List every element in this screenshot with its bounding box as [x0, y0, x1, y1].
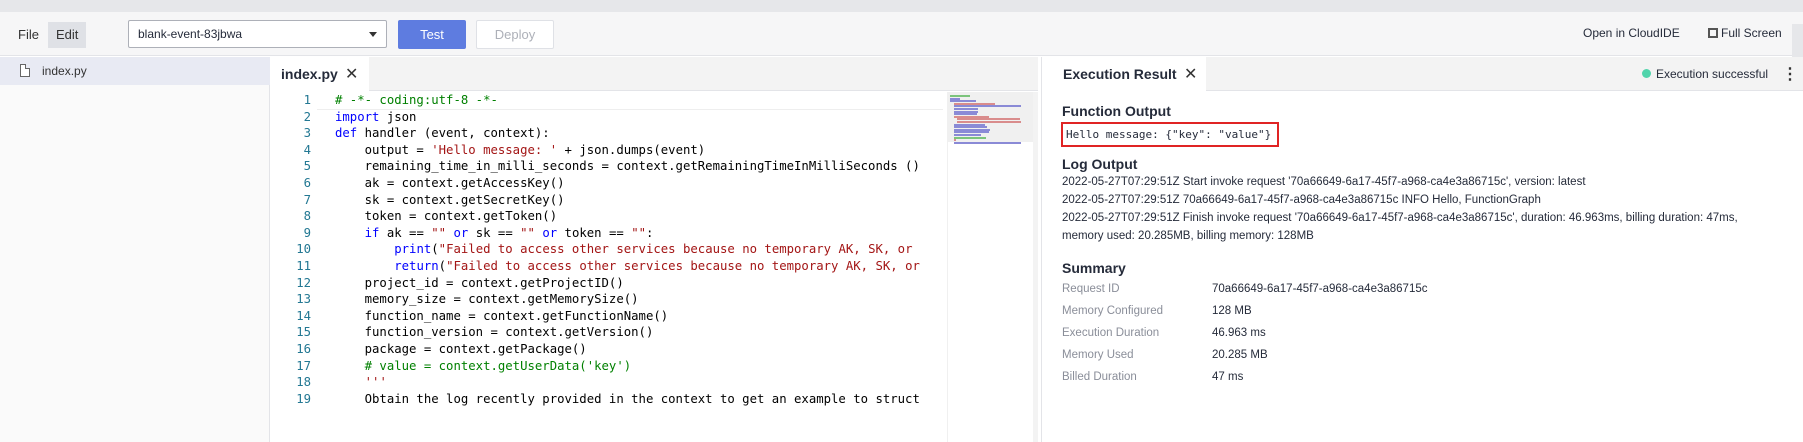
summary-label: Memory Configured — [1062, 305, 1163, 317]
summary-label: Execution Duration — [1062, 327, 1160, 339]
code-editor: index.py ✕ 1 # -*- coding:utf-8 -*- 2 impor… — [271, 57, 1038, 442]
summary-value: 46.963 ms — [1212, 327, 1266, 339]
tab-execution-result[interactable]: Execution Result ✕ — [1042, 57, 1206, 91]
file-icon — [20, 64, 30, 77]
fullscreen-label: Full Screen — [1721, 26, 1782, 40]
status-badge: Execution successful — [1642, 67, 1768, 81]
function-output-value: Hello message: {"key": "value"} — [1061, 122, 1280, 147]
tab-index-py[interactable]: index.py ✕ — [271, 57, 369, 91]
log-line: 2022-05-27T07:29:51Z Finish invoke reque… — [1062, 212, 1738, 224]
result-tab-label: Execution Result — [1063, 66, 1177, 82]
summary-title: Summary — [1062, 260, 1126, 276]
code-line[interactable]: 19 Obtain the log recently provided in t… — [271, 390, 943, 409]
log-output-title: Log Output — [1062, 156, 1138, 172]
close-icon[interactable]: ✕ — [345, 64, 358, 84]
status-dot-icon — [1642, 69, 1651, 78]
summary-value: 20.285 MB — [1212, 349, 1268, 361]
file-tree-item-label: index.py — [42, 64, 87, 78]
file-tree-item-index-py[interactable]: index.py — [0, 57, 270, 85]
function-select[interactable]: blank-event-83jbwa — [128, 20, 387, 48]
log-line: memory used: 20.285MB, billing memory: 1… — [1062, 230, 1314, 242]
summary-value: 47 ms — [1212, 371, 1244, 383]
open-in-cloudide-link[interactable]: Open in CloudIDE — [1583, 26, 1680, 40]
editor-tab-label: index.py — [281, 66, 338, 82]
log-line: 2022-05-27T07:29:51Z 70a66649-6a17-45f7-… — [1062, 194, 1541, 206]
result-tab-bar: Execution Result ✕ Execution successful … — [1042, 57, 1803, 91]
menu-edit[interactable]: Edit — [48, 22, 87, 48]
log-line: 2022-05-27T07:29:51Z Start invoke reques… — [1062, 176, 1586, 188]
line-number: 19 — [296, 391, 311, 406]
file-tree: index.py — [0, 57, 270, 442]
summary-label: Memory Used — [1062, 349, 1134, 361]
summary-value: 70a66649-6a17-45f7-a968-ca4e3a86715c — [1212, 283, 1428, 295]
top-strip — [0, 0, 1803, 12]
function-select-value: blank-event-83jbwa — [138, 27, 243, 41]
minimap[interactable] — [947, 92, 1034, 442]
toolbar: File Edit blank-event-83jbwa Test Deploy… — [0, 12, 1803, 68]
summary-label: Billed Duration — [1062, 371, 1137, 383]
code-text: Obtain the log recently provided in the … — [335, 391, 920, 406]
code-area[interactable]: 1 # -*- coding:utf-8 -*- 2 import json 3 def … — [271, 92, 943, 442]
execution-result-panel: Execution Result ✕ Execution successful … — [1041, 57, 1803, 442]
deploy-button[interactable]: Deploy — [476, 20, 554, 49]
editor-scrollbar[interactable] — [1033, 92, 1038, 442]
test-button[interactable]: Test — [398, 20, 466, 49]
summary-value: 128 MB — [1212, 305, 1252, 317]
chevron-down-icon — [369, 32, 377, 37]
more-options-icon[interactable]: ⋮ — [1782, 64, 1798, 84]
close-icon[interactable]: ✕ — [1184, 64, 1197, 84]
summary-label: Request ID — [1062, 283, 1120, 295]
fullscreen-icon — [1708, 28, 1718, 38]
minimap-line — [953, 136, 986, 139]
editor-tab-bar: index.py ✕ — [271, 57, 1038, 91]
menu-file[interactable]: File — [10, 22, 47, 48]
fullscreen-button[interactable]: Full Screen — [1708, 26, 1782, 40]
status-text: Execution successful — [1656, 67, 1769, 81]
minimap-line — [953, 141, 1022, 144]
function-output-title: Function Output — [1062, 103, 1171, 119]
